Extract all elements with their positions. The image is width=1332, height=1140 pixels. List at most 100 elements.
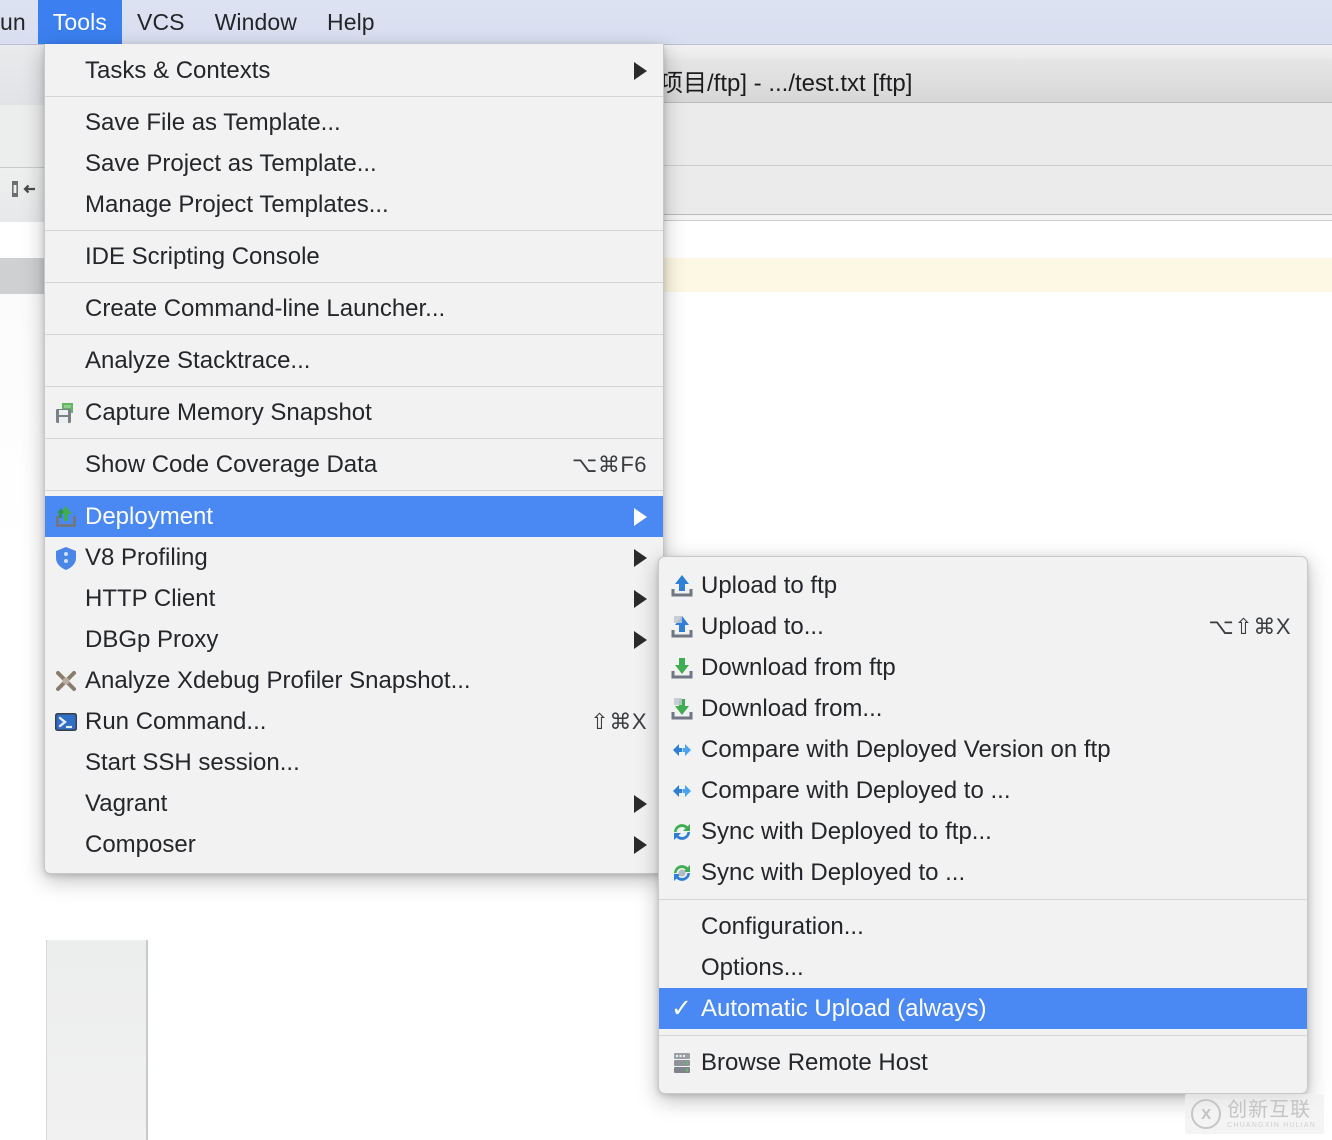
menu-item-label: Sync with Deployed to ... [701, 859, 965, 887]
menu-item-label: Browse Remote Host [701, 1049, 928, 1077]
deployment-submenu-popup[interactable]: Upload to ftpUpload to...⌥⇧⌘XDownload fr… [658, 556, 1308, 1094]
menu-item-automatic-upload-always[interactable]: ✓Automatic Upload (always) [659, 988, 1307, 1029]
menu-item-configuration[interactable]: Configuration... [659, 906, 1307, 947]
menu-item-sync-with-deployed-to[interactable]: Sync with Deployed to ... [659, 852, 1307, 893]
menu-item-label: Options... [701, 954, 804, 982]
menu-item-run-command[interactable]: Run Command... ⇧⌘X [45, 701, 663, 742]
menu-separator [45, 438, 663, 439]
menubar-item-vcs[interactable]: VCS [122, 0, 200, 44]
hide-toolwindow-icon[interactable] [10, 178, 38, 200]
menu-item-analyze-stacktrace[interactable]: Analyze Stacktrace... [45, 340, 663, 381]
menu-item-shortcut: ⌥⇧⌘X [1209, 614, 1291, 640]
menu-item-capture-memory-snapshot[interactable]: Capture Memory Snapshot [45, 392, 663, 433]
editor-left-strip-top [0, 45, 46, 106]
menu-item-label: Upload to ftp [701, 572, 837, 600]
menu-item-label: Create Command-line Launcher... [85, 295, 445, 323]
menu-item-label: Tasks & Contexts [85, 57, 270, 85]
compare-icon [669, 737, 695, 763]
chevron-right-icon [634, 795, 647, 813]
menu-item-sync-with-deployed-to-ftp[interactable]: Sync with Deployed to ftp... [659, 811, 1307, 852]
menu-item-upload-to[interactable]: Upload to...⌥⇧⌘X [659, 606, 1307, 647]
project-panel-divider [146, 940, 147, 1140]
menu-separator [45, 490, 663, 491]
watermark-sub-text: CHUANGXIN HULIAN [1227, 1122, 1316, 1129]
deployment-upload-icon [53, 504, 79, 530]
menu-item-vagrant[interactable]: Vagrant [45, 783, 663, 824]
menubar-item-tools[interactable]: Tools [38, 0, 122, 44]
watermark-logo-letter: X [1201, 1106, 1211, 1123]
menu-item-save-project-as-template[interactable]: Save Project as Template... [45, 143, 663, 184]
menu-item-label: Vagrant [85, 790, 167, 818]
menu-item-composer[interactable]: Composer [45, 824, 663, 865]
menu-item-label: Run Command... [85, 708, 266, 736]
menu-item-download-from-ftp[interactable]: Download from ftp [659, 647, 1307, 688]
menubar-item-label: Tools [53, 9, 107, 36]
menu-item-label: Analyze Xdebug Profiler Snapshot... [85, 667, 471, 695]
menu-item-show-code-coverage-data[interactable]: Show Code Coverage Data⌥⌘F6 [45, 444, 663, 485]
menu-item-label: Capture Memory Snapshot [85, 399, 372, 427]
menu-item-manage-project-templates[interactable]: Manage Project Templates... [45, 184, 663, 225]
menu-item-analyze-xdebug-profiler-snapshot[interactable]: Analyze Xdebug Profiler Snapshot... [45, 660, 663, 701]
check-icon: ✓ [671, 996, 692, 1021]
sync-alt-icon [669, 860, 695, 886]
menu-separator [45, 96, 663, 97]
editor-toolbar-row-two [655, 166, 1332, 215]
menu-item-label: Compare with Deployed to ... [701, 777, 1010, 805]
menu-item-upload-to-ftp[interactable]: Upload to ftp [659, 565, 1307, 606]
chevron-right-icon [634, 549, 647, 567]
menu-item-shortcut: ⌥⌘F6 [572, 452, 647, 478]
menubar-item-label: VCS [137, 9, 185, 36]
editor-window-title: 项目/ftp] - .../test.txt [ftp] [655, 59, 1332, 103]
menu-item-tasks-contexts[interactable]: Tasks & Contexts [45, 50, 663, 91]
watermark: X 创新互联 CHUANGXIN HULIAN [1185, 1094, 1324, 1134]
editor-tab-bar [655, 45, 1332, 60]
editor-left-strip-body [0, 294, 46, 934]
upload-to-icon [669, 614, 695, 640]
editor-left-strip-fifth [0, 258, 46, 294]
menu-separator [45, 282, 663, 283]
download-icon [669, 655, 695, 681]
menu-item-save-file-as-template[interactable]: Save File as Template... [45, 102, 663, 143]
terminal-icon [53, 709, 79, 735]
menu-separator [659, 1035, 1307, 1036]
menubar-item-un[interactable]: un [0, 0, 38, 44]
menu-item-create-command-line-launcher[interactable]: Create Command-line Launcher... [45, 288, 663, 329]
menubar-item-window[interactable]: Window [200, 0, 312, 44]
menu-item-shortcut: ⇧⌘X [590, 709, 647, 735]
menu-separator [45, 386, 663, 387]
menu-item-label: Save Project as Template... [85, 150, 377, 178]
menu-item-dbgp-proxy[interactable]: DBGp Proxy [45, 619, 663, 660]
menu-item-label: Composer [85, 831, 196, 859]
menu-item-download-from[interactable]: Download from... [659, 688, 1307, 729]
menu-item-v8-profiling[interactable]: V8 Profiling [45, 537, 663, 578]
menubar-item-label: Help [327, 9, 375, 36]
tools-menu-popup[interactable]: Tasks & Contexts Save File as Template...… [44, 44, 664, 874]
menu-item-http-client[interactable]: HTTP Client [45, 578, 663, 619]
menu-item-browse-remote-host[interactable]: Browse Remote Host [659, 1042, 1307, 1083]
menu-separator [45, 230, 663, 231]
menu-item-ide-scripting-console[interactable]: IDE Scripting Console [45, 236, 663, 277]
menu-item-deployment[interactable]: Deployment [45, 496, 663, 537]
xdebug-cross-icon [53, 668, 79, 694]
menu-item-label: Manage Project Templates... [85, 191, 389, 219]
menu-item-compare-with-deployed-version-on-ftp[interactable]: Compare with Deployed Version on ftp [659, 729, 1307, 770]
menu-item-label: Configuration... [701, 913, 864, 941]
menu-item-label: Download from... [701, 695, 882, 723]
chevron-right-icon [634, 836, 647, 854]
project-tool-window[interactable] [46, 940, 148, 1140]
watermark-logo-icon: X [1191, 1099, 1221, 1129]
menu-item-options[interactable]: Options... [659, 947, 1307, 988]
menubar-item-label: Window [215, 9, 297, 36]
menu-item-compare-with-deployed-to[interactable]: Compare with Deployed to ... [659, 770, 1307, 811]
menu-item-label: IDE Scripting Console [85, 243, 320, 271]
menu-item-label: V8 Profiling [85, 544, 208, 572]
chevron-right-icon [634, 508, 647, 526]
menubar-item-help[interactable]: Help [312, 0, 390, 44]
menu-item-start-ssh-session[interactable]: Start SSH session... [45, 742, 663, 783]
sync-icon [669, 819, 695, 845]
menu-separator [45, 334, 663, 335]
editor-toolbar-row-one [655, 103, 1332, 166]
menu-item-label: Save File as Template... [85, 109, 341, 137]
menu-item-label: Compare with Deployed Version on ftp [701, 736, 1111, 764]
menu-item-label: Start SSH session... [85, 749, 300, 777]
